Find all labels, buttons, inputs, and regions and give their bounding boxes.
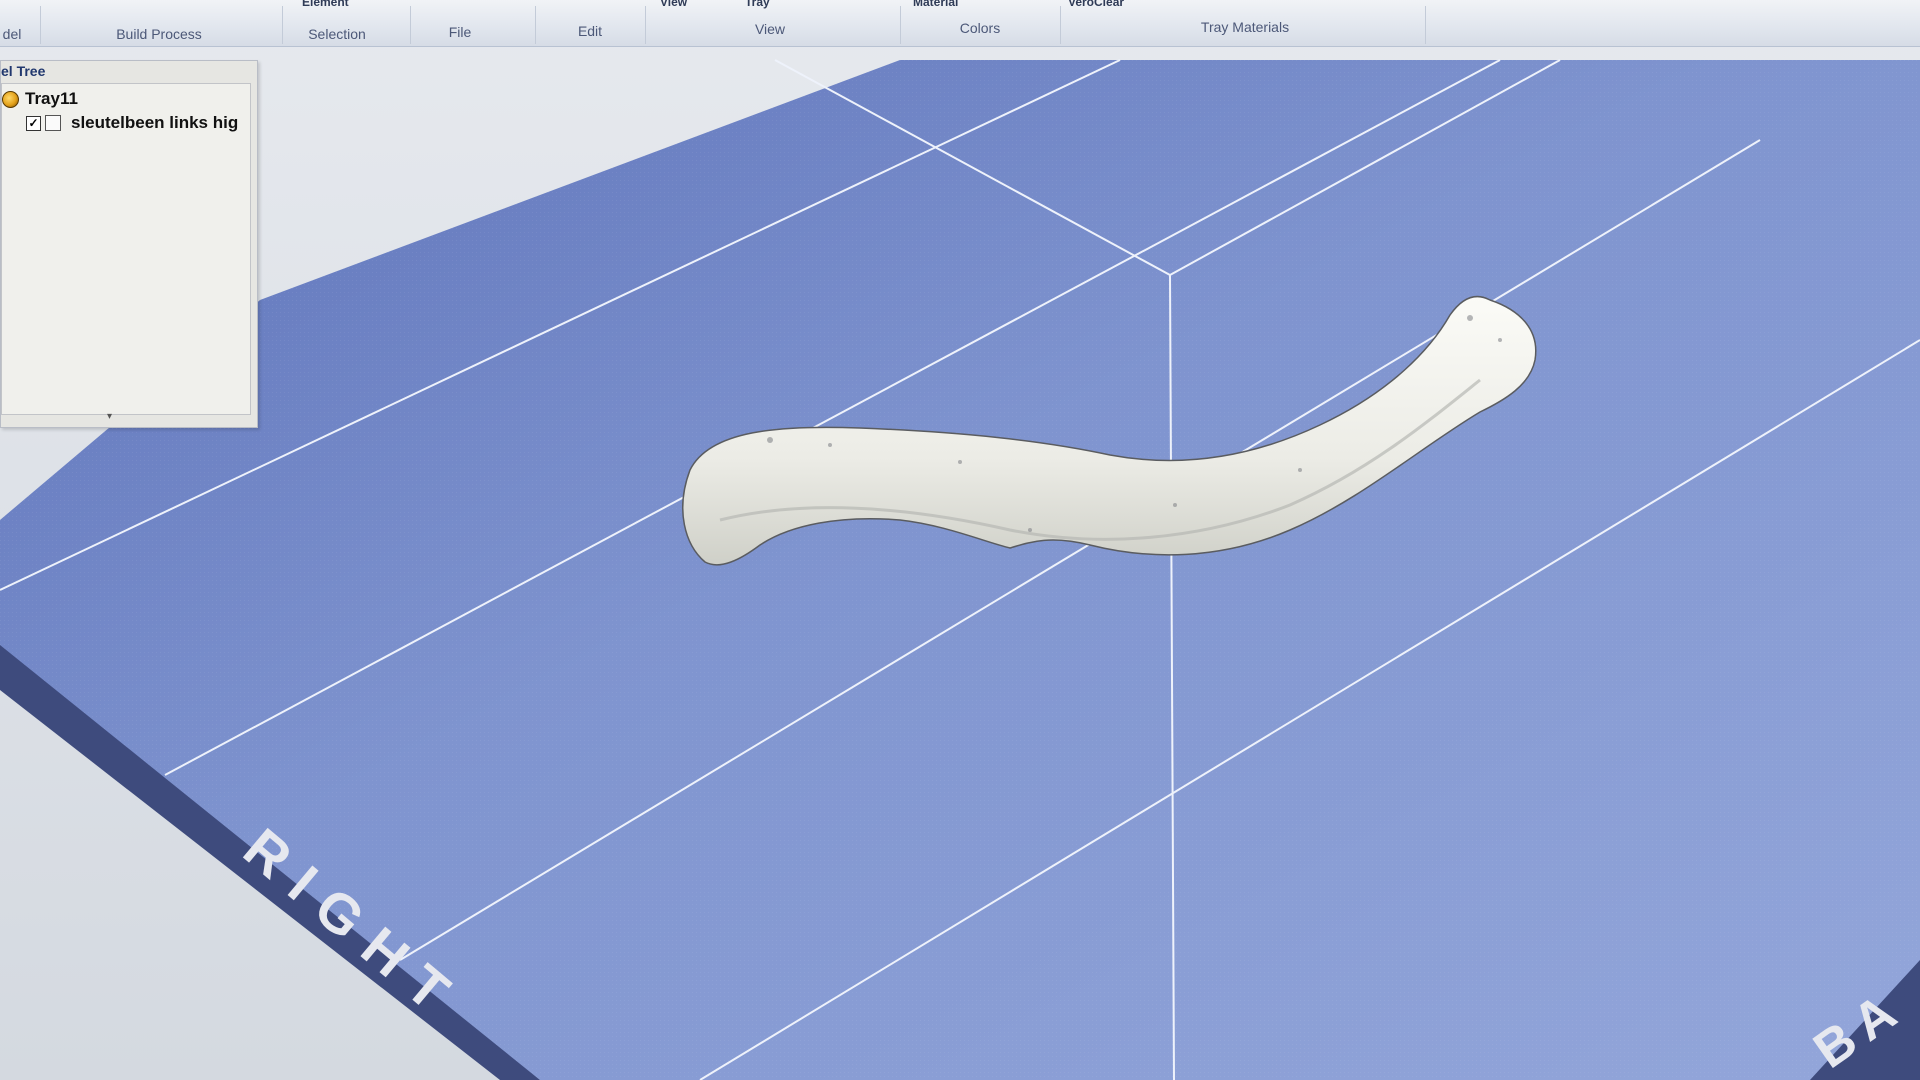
group-model[interactable]: del (0, 24, 24, 44)
tray-icon (2, 90, 19, 108)
ribbon-separator (282, 6, 283, 44)
scroll-down-icon[interactable]: ▾ (107, 411, 112, 422)
ribbon-toolbar: Element View Tray Material VeroClear del… (0, 0, 1920, 47)
group-selection[interactable]: Selection (292, 24, 382, 44)
material-dropdown[interactable]: VeroClear (1068, 0, 1124, 9)
ribbon-separator (535, 6, 536, 44)
view-menu[interactable]: View (660, 0, 687, 9)
ribbon-separator (410, 6, 411, 44)
3d-viewport[interactable]: RIGHT BA (0, 0, 1920, 1080)
tree-item-model[interactable]: ✓ sleutelbeen links hig (26, 112, 238, 134)
ribbon-separator (645, 6, 646, 44)
app-window: Element View Tray Material VeroClear del… (0, 0, 1920, 1080)
model-visibility-checkbox[interactable]: ✓ (26, 115, 41, 131)
model-tree-title: el Tree (1, 63, 46, 79)
ribbon-separator (1060, 6, 1061, 44)
ribbon-separator (1425, 6, 1426, 44)
ribbon-separator (40, 6, 41, 44)
tray-texture (0, 60, 1920, 1080)
tray-label: Tray11 (25, 89, 78, 108)
material-menu[interactable]: Material (913, 0, 958, 9)
model-icon (45, 115, 61, 131)
model-tree-body[interactable]: Tray11 ✓ sleutelbeen links hig (1, 83, 251, 415)
group-view[interactable]: View (735, 19, 805, 39)
group-colors[interactable]: Colors (940, 18, 1020, 38)
model-label: sleutelbeen links hig (71, 113, 239, 132)
tray-menu[interactable]: Tray (745, 0, 770, 9)
group-build-process[interactable]: Build Process (94, 24, 224, 44)
group-edit[interactable]: Edit (560, 21, 620, 41)
model-tree-panel: el Tree Tray11 ✓ sleutelbeen links hig ▾ (0, 60, 258, 428)
group-tray-materials[interactable]: Tray Materials (1180, 17, 1310, 37)
ribbon-separator (900, 6, 901, 44)
tree-item-tray[interactable]: Tray11 (2, 88, 78, 110)
element-menu[interactable]: Element (302, 0, 349, 9)
group-file[interactable]: File (430, 22, 490, 42)
